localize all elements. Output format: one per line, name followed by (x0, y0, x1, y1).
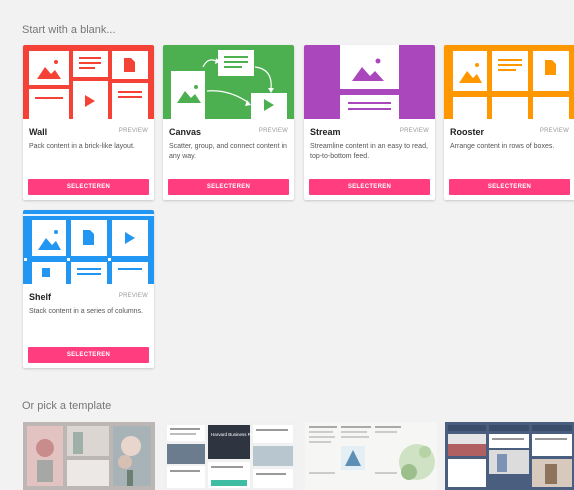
layout-description: Pack content in a brick-like layout. (29, 143, 135, 150)
layout-card-wall[interactable]: Wall PREVIEW Pack content in a brick-lik… (23, 45, 154, 200)
layout-card-rooster[interactable]: Rooster PREVIEW Arrange content in rows … (444, 45, 574, 200)
layout-name: Rooster (450, 127, 485, 137)
select-wall-button[interactable]: SELECTEREN (28, 179, 149, 195)
select-rooster-button[interactable]: SELECTEREN (449, 179, 570, 195)
shelf-preview-art (23, 210, 154, 284)
layout-description: Arrange content in rows of boxes. (450, 143, 555, 150)
layout-card-canvas[interactable]: Canvas PREVIEW Scatter, group, and conne… (163, 45, 294, 200)
select-canvas-button[interactable]: SELECTEREN (168, 179, 289, 195)
template-thumbnail[interactable] (23, 422, 155, 490)
layout-name: Shelf (29, 292, 52, 302)
select-stream-button[interactable]: SELECTEREN (309, 179, 430, 195)
blank-section-title: Start with a blank... (22, 24, 116, 36)
layout-name: Stream (310, 127, 341, 137)
layout-card-shelf[interactable]: Shelf PREVIEW Stack content in a series … (23, 210, 154, 368)
select-shelf-button[interactable]: SELECTEREN (28, 347, 149, 363)
layout-card-stream[interactable]: Stream PREVIEW Streamline content in an … (304, 45, 435, 200)
template-section-title: Or pick a template (22, 400, 112, 412)
layout-description: Streamline content in an easy to read, t… (310, 143, 428, 160)
template-thumbnail[interactable] (445, 422, 574, 490)
template-thumbnail[interactable]: Harvard Business Review (164, 422, 296, 490)
layout-description: Scatter, group, and connect content in a… (169, 143, 287, 160)
layout-name: Wall (29, 127, 48, 137)
preview-badge: PREVIEW (539, 128, 569, 134)
template-thumbnail[interactable] (305, 422, 437, 490)
preview-badge: PREVIEW (399, 128, 429, 134)
canvas-preview-art (163, 45, 294, 119)
layout-description: Stack content in a series of columns. (29, 308, 143, 315)
rooster-preview-art (444, 45, 574, 119)
preview-badge: PREVIEW (118, 128, 148, 134)
preview-badge: PREVIEW (118, 293, 148, 299)
wall-preview-art (23, 45, 154, 119)
stream-preview-art (304, 45, 435, 119)
layout-name: Canvas (169, 127, 202, 137)
preview-badge: PREVIEW (258, 128, 288, 134)
